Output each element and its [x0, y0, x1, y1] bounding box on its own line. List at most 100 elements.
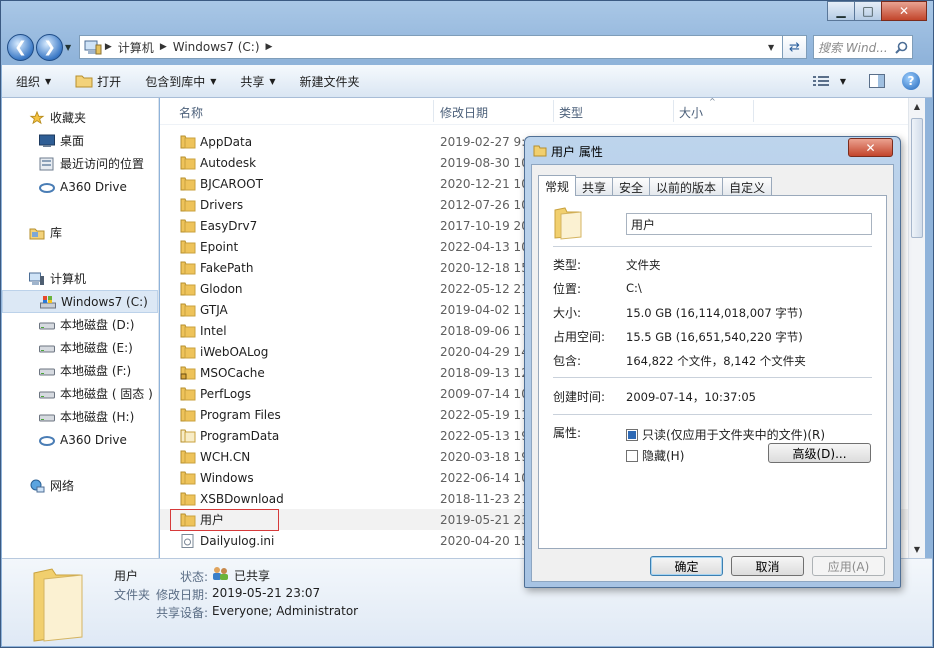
breadcrumb-separator: ▶	[159, 42, 167, 52]
folder-open-icon	[75, 75, 93, 88]
include-in-library-menu[interactable]: 包含到库中 ▼	[145, 73, 216, 90]
column-header-modified[interactable]: 修改日期	[440, 104, 488, 121]
folder-icon	[180, 282, 196, 296]
created-value: 2009-07-14，10:37:05	[626, 390, 756, 404]
nav-favorites[interactable]: 收藏夹	[2, 106, 158, 129]
sort-ascending-icon: ^	[709, 98, 716, 106]
back-button[interactable]: ❮	[7, 33, 34, 61]
caption-buttons: ▁ □ ✕	[827, 1, 927, 21]
nav-label: A360 Drive	[60, 179, 127, 194]
nav-c-drive[interactable]: Windows7 (C:)	[2, 290, 158, 313]
drive-icon	[39, 414, 55, 421]
vertical-scrollbar[interactable]: ▲ ▼	[908, 98, 925, 558]
refresh-button[interactable]: ⇄	[783, 35, 807, 59]
details-state-label: 状态:	[180, 570, 209, 584]
nav-a360-drive[interactable]: A360 Drive	[2, 175, 158, 198]
checkbox-indeterminate[interactable]	[626, 428, 638, 441]
column-divider[interactable]	[673, 100, 674, 122]
nav-computer[interactable]: 计算机	[2, 267, 158, 290]
breadcrumb-computer[interactable]: 计算机	[118, 39, 154, 56]
folder-icon	[180, 450, 196, 464]
file-name: Windows	[200, 470, 254, 485]
maximize-button[interactable]: □	[854, 1, 882, 21]
share-menu[interactable]: 共享 ▼	[240, 73, 275, 90]
open-button[interactable]: 打开	[75, 73, 121, 90]
drive-icon	[39, 368, 55, 375]
nav-label: 本地磁盘 (F:)	[60, 364, 132, 378]
hidden-checkbox[interactable]: 隐藏(H)	[626, 447, 684, 464]
column-divider[interactable]	[753, 100, 754, 122]
forward-button[interactable]: ❯	[36, 33, 63, 61]
nav-d-drive[interactable]: 本地磁盘 (D:)	[2, 313, 158, 336]
nav-label: 库	[50, 226, 63, 240]
folder-icon	[180, 261, 196, 275]
tab-customize[interactable]: 自定义	[722, 177, 773, 196]
nav-recent-places[interactable]: 最近访问的位置	[2, 152, 158, 175]
nav-libraries[interactable]: 库	[2, 221, 158, 244]
folder-icon	[180, 135, 196, 149]
breadcrumb-c-drive[interactable]: Windows7 (C:)	[173, 40, 260, 54]
organize-menu[interactable]: 组织 ▼	[16, 73, 51, 90]
organize-label: 组织	[16, 74, 41, 89]
recent-pages-dropdown[interactable]: ▼	[65, 43, 75, 52]
details-type: 文件夹	[114, 588, 151, 602]
file-modified-date: 2019-05-21 23	[440, 512, 529, 527]
column-header-name[interactable]: 名称	[179, 104, 203, 121]
nav-network[interactable]: 网络	[2, 474, 158, 497]
close-button[interactable]: ✕	[881, 1, 927, 21]
scroll-down-button[interactable]: ▼	[909, 541, 925, 558]
apply-button[interactable]: 应用(A)	[812, 556, 885, 576]
search-icon	[895, 41, 908, 54]
folder-icon	[180, 156, 196, 170]
tab-general[interactable]: 常规	[538, 175, 577, 196]
nav-h-drive[interactable]: 本地磁盘 (H:)	[2, 405, 158, 428]
nav-g-drive[interactable]: 本地磁盘 ( 固态 )	[2, 382, 158, 405]
search-input[interactable]: 搜索 Wind...	[813, 35, 913, 59]
column-divider[interactable]	[433, 100, 434, 122]
drive-icon	[39, 322, 55, 329]
star-icon	[29, 110, 45, 124]
share-label: 共享	[240, 74, 265, 89]
nav-f-drive[interactable]: 本地磁盘 (F:)	[2, 359, 158, 382]
scrollbar-thumb[interactable]	[911, 118, 923, 238]
tab-previous-versions[interactable]: 以前的版本	[649, 177, 724, 196]
preview-pane-button[interactable]	[866, 70, 888, 92]
settings-file-icon	[181, 534, 194, 548]
system-drive-icon	[40, 295, 56, 308]
tab-sharing[interactable]: 共享	[575, 177, 614, 196]
nav-desktop[interactable]: 桌面	[2, 129, 158, 152]
scroll-up-button[interactable]: ▲	[909, 98, 925, 115]
dialog-close-button[interactable]: ✕	[848, 138, 893, 157]
open-label: 打开	[97, 74, 122, 89]
file-name: ProgramData	[200, 428, 280, 443]
properties-dialog: 用户 属性 ✕ 常规 共享 安全 以前的版本 自定义 用户 类型: 文件夹 位置…	[524, 136, 901, 588]
file-modified-date: 2017-10-19 20	[440, 218, 529, 233]
folder-name-field[interactable]: 用户	[626, 213, 872, 235]
nav-a360-drive-2[interactable]: A360 Drive	[2, 428, 158, 451]
checkbox-unchecked[interactable]	[626, 449, 638, 462]
address-bar[interactable]: ▶ 计算机 ▶ Windows7 (C:) ▶ ▼	[79, 35, 783, 59]
view-dropdown[interactable]: ▼	[832, 70, 854, 92]
new-folder-button[interactable]: 新建文件夹	[300, 73, 360, 90]
minimize-button[interactable]: ▁	[827, 1, 855, 21]
help-button[interactable]: ?	[900, 70, 922, 92]
nav-label: 网络	[50, 479, 75, 493]
cancel-button[interactable]: 取消	[731, 556, 804, 576]
folder-icon	[533, 145, 547, 157]
column-header-type[interactable]: 类型	[559, 104, 583, 121]
tab-security[interactable]: 安全	[612, 177, 651, 196]
readonly-checkbox[interactable]: 只读(仅应用于文件夹中的文件)(R)	[626, 426, 825, 443]
nav-e-drive[interactable]: 本地磁盘 (E:)	[2, 336, 158, 359]
folder-icon	[180, 177, 196, 191]
file-modified-date: 2020-12-21 10	[440, 176, 529, 191]
folder-icon	[180, 240, 196, 254]
ok-button[interactable]: 确定	[650, 556, 723, 576]
advanced-button[interactable]: 高级(D)...	[768, 443, 871, 463]
a360-drive-icon	[39, 435, 55, 446]
view-options-button[interactable]	[810, 70, 832, 92]
dialog-body: 常规 共享 安全 以前的版本 自定义 用户 类型: 文件夹 位置: C:\ 大小…	[531, 164, 894, 582]
column-divider[interactable]	[553, 100, 554, 122]
address-dropdown[interactable]: ▼	[768, 43, 782, 52]
column-header-size[interactable]: 大小	[679, 104, 703, 121]
type-label: 类型:	[553, 258, 582, 272]
